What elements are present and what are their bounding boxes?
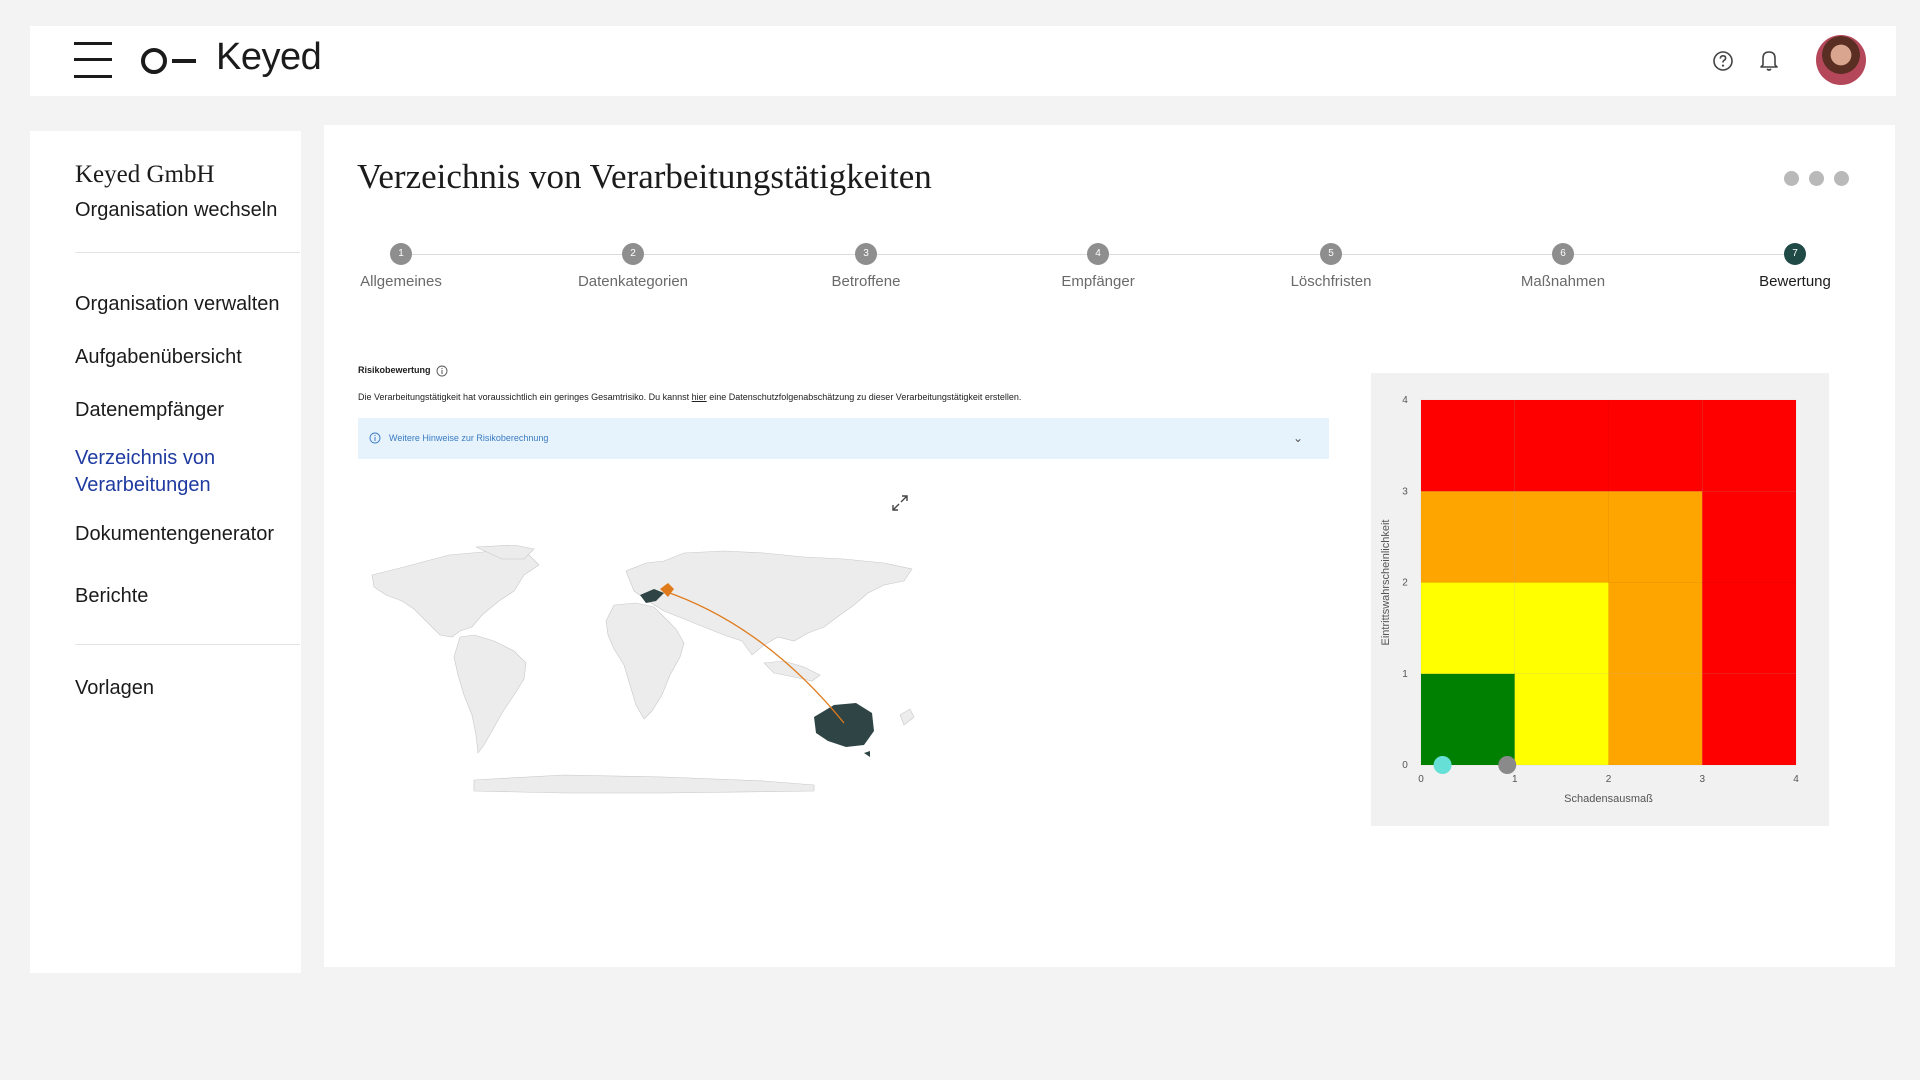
- heatmap-cell: [1420, 582, 1516, 675]
- risk-summary-text: Die Verarbeitungstätigkeit hat voraussic…: [358, 392, 1021, 402]
- sidebar-divider: [75, 644, 300, 645]
- chevron-down-icon: ⌄: [1292, 431, 1303, 445]
- logo-text: Keyed: [216, 36, 322, 78]
- step-number: 7: [1784, 243, 1806, 265]
- step-number: 5: [1320, 243, 1342, 265]
- heatmap-cell: [1608, 490, 1703, 583]
- main-card: Verzeichnis von Verarbeitungstätigkeiten…: [324, 125, 1895, 967]
- risk-text-start: Die Verarbeitungstätigkeit hat voraussic…: [358, 392, 692, 402]
- step-measures[interactable]: 6 Maßnahmen: [1473, 243, 1653, 290]
- heatmap-cell: [1701, 582, 1797, 675]
- risk-heading: Risikobewertung: [358, 365, 431, 375]
- heatmap-cell: [1514, 490, 1609, 583]
- expand-icon[interactable]: [891, 494, 909, 512]
- sidebar-item-recipients[interactable]: Datenempfänger: [75, 397, 290, 424]
- step-label: Löschfristen: [1290, 273, 1372, 290]
- y-tick-label: 2: [1402, 578, 1408, 589]
- x-axis-label: Schadensausmaß: [1564, 793, 1653, 805]
- avatar[interactable]: [1816, 35, 1866, 85]
- top-bar: Keyed: [30, 26, 1896, 96]
- y-tick-label: 3: [1402, 486, 1408, 497]
- page-title: Verzeichnis von Verarbeitungstätigkeiten: [357, 157, 932, 196]
- logo-mark-icon: [141, 48, 196, 74]
- y-tick-label: 0: [1402, 760, 1408, 771]
- x-tick-label: 3: [1699, 774, 1705, 785]
- help-icon[interactable]: [1712, 50, 1734, 72]
- y-tick-label: 1: [1402, 669, 1408, 680]
- risk-text-end: eine Datenschutzfolgenabschätzung zu die…: [706, 392, 1022, 402]
- info-icon: [369, 432, 381, 444]
- y-tick-label: 4: [1402, 395, 1408, 406]
- sidebar-item-document-generator[interactable]: Dokumentengenerator: [75, 521, 290, 548]
- step-data-categories[interactable]: 2 Datenkategorien: [543, 243, 723, 290]
- risk-matrix-svg: 0 1 2 3 4 0 1 2 3 4 Schadensausmaß Eintrittswahrsch…: [1380, 395, 1799, 805]
- step-number: 4: [1087, 243, 1109, 265]
- heatmap-cell: [1514, 673, 1609, 766]
- heatmap-cell: [1514, 582, 1609, 675]
- step-label: Empfänger: [1061, 273, 1135, 290]
- heatmap-cell: [1701, 490, 1797, 583]
- step-recipients[interactable]: 4 Empfänger: [1008, 243, 1188, 290]
- switch-organisation-link[interactable]: Organisation wechseln: [75, 199, 277, 222]
- sidebar-divider: [75, 252, 300, 253]
- risk-hint-label: Weitere Hinweise zur Risikoberechnung: [389, 433, 549, 443]
- step-deletion-periods[interactable]: 5 Löschfristen: [1241, 243, 1421, 290]
- step-label: Allgemeines: [360, 273, 442, 290]
- hamburger-icon[interactable]: [74, 42, 112, 78]
- step-label: Datenkategorien: [577, 273, 689, 290]
- heatmap-cell: [1608, 582, 1703, 675]
- heatmap-cell: [1608, 399, 1703, 492]
- step-number: 6: [1552, 243, 1574, 265]
- heatmap-cell: [1608, 673, 1703, 766]
- risk-hint-accordion[interactable]: Weitere Hinweise zur Risikoberechnung ⌄: [358, 418, 1329, 459]
- sidebar-item-templates[interactable]: Vorlagen: [75, 675, 290, 702]
- step-label: Maßnahmen: [1520, 273, 1606, 290]
- x-tick-label: 1: [1512, 774, 1518, 785]
- heatmap-cell: [1420, 673, 1516, 766]
- x-tick-label: 4: [1793, 774, 1799, 785]
- x-tick-label: 0: [1418, 774, 1424, 785]
- sidebar-item-tasks[interactable]: Aufgabenübersicht: [75, 344, 290, 371]
- step-assessment[interactable]: 7 Bewertung: [1705, 243, 1885, 290]
- y-axis-label: Eintrittswahrscheinlichkeit: [1380, 520, 1392, 646]
- step-data-subjects[interactable]: 3 Betroffene: [776, 243, 956, 290]
- heatmap-cell: [1701, 399, 1797, 492]
- dpia-link[interactable]: hier: [692, 392, 707, 402]
- step-number: 2: [622, 243, 644, 265]
- risk-matrix-chart: 0 1 2 3 4 0 1 2 3 4 Schadensausmaß Eintrittswahrsch…: [1371, 373, 1829, 826]
- heatmap-cell: [1514, 399, 1609, 492]
- step-label: Betroffene: [831, 273, 901, 290]
- step-number: 3: [855, 243, 877, 265]
- data-point: [1498, 756, 1517, 774]
- info-icon[interactable]: [436, 365, 448, 377]
- step-number: 1: [390, 243, 412, 265]
- sidebar-item-organisation[interactable]: Organisation verwalten: [75, 291, 290, 318]
- world-map[interactable]: [364, 545, 917, 825]
- org-name: Keyed GmbH: [75, 161, 215, 188]
- sidebar-item-reports[interactable]: Berichte: [75, 583, 290, 610]
- step-general[interactable]: 1 Allgemeines: [311, 243, 491, 290]
- heatmap-cell: [1420, 399, 1516, 492]
- step-label: Bewertung: [1759, 273, 1831, 290]
- sidebar-item-processing-register[interactable]: Verzeichnis von Verarbeitungen: [75, 445, 290, 499]
- data-point: [1433, 756, 1452, 774]
- heatmap-cell: [1701, 673, 1797, 766]
- x-tick-label: 2: [1606, 774, 1612, 785]
- heatmap-cell: [1420, 490, 1516, 583]
- more-options-icon[interactable]: [1784, 171, 1849, 186]
- bell-icon[interactable]: [1758, 48, 1780, 72]
- sidebar: Keyed GmbH Organisation wechseln Organis…: [30, 131, 301, 973]
